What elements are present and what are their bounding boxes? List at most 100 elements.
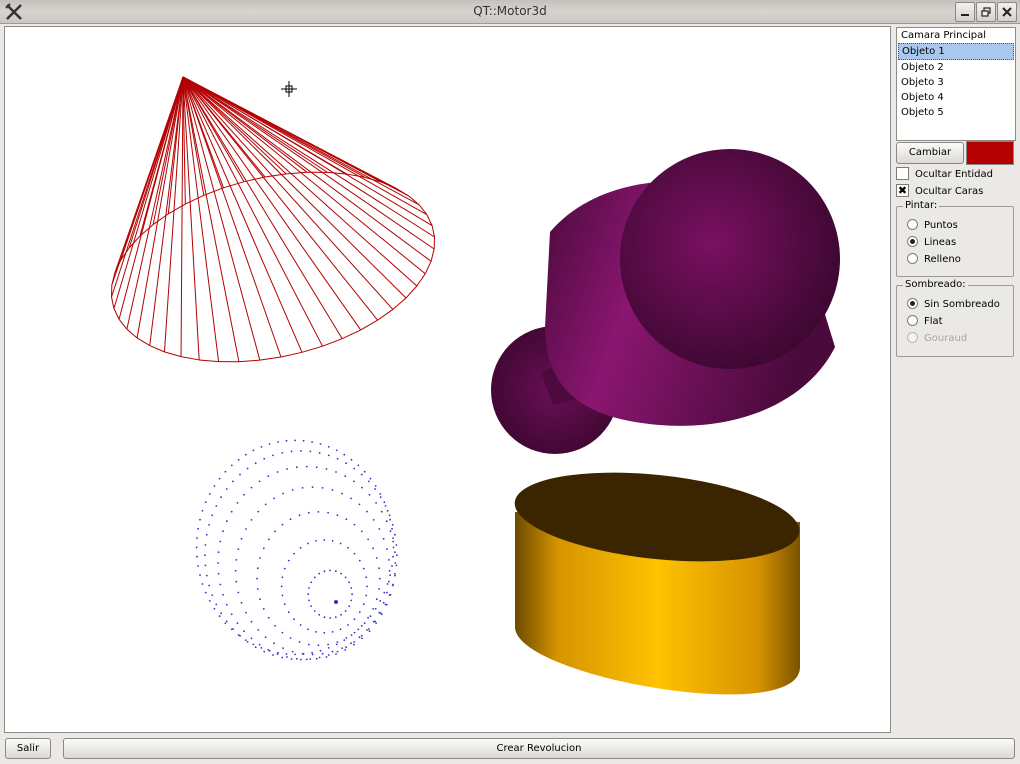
color-swatch[interactable] — [966, 141, 1014, 165]
vertex-point — [287, 611, 290, 614]
vertex-point — [375, 557, 378, 559]
vertex-point — [262, 547, 265, 550]
vertex-point — [331, 631, 334, 633]
wire-edge — [182, 76, 432, 262]
vertex-point — [277, 441, 279, 443]
radio-button[interactable] — [907, 314, 918, 326]
vertex-point — [208, 600, 211, 602]
vertex-point — [273, 497, 275, 500]
vertex-point — [394, 562, 397, 564]
vertex-point — [369, 615, 372, 618]
window-title: QT::Motor3d — [473, 4, 547, 18]
vertex-point — [204, 564, 207, 567]
vertex-point — [250, 519, 253, 521]
vertex-point — [374, 485, 377, 487]
list-item[interactable]: Objeto 3 — [897, 75, 1015, 90]
vertex-point — [313, 576, 316, 579]
wire-edge — [126, 328, 138, 339]
vertex-point — [323, 631, 326, 634]
list-item[interactable]: Objeto 2 — [897, 60, 1015, 75]
vertex-point — [305, 465, 308, 468]
wire-edge — [405, 285, 418, 299]
vertex-point — [219, 583, 222, 586]
list-item[interactable]: Objeto 4 — [897, 90, 1015, 105]
vertex-point — [208, 584, 211, 587]
list-item[interactable]: Camara Principal — [897, 28, 1015, 43]
title-bar[interactable]: QT::Motor3d — [0, 0, 1020, 24]
radio-button[interactable] — [907, 297, 918, 309]
vertex-point — [272, 454, 274, 457]
vertex-point — [350, 642, 352, 645]
checkbox-box[interactable] — [896, 166, 909, 180]
vertex-point — [392, 546, 395, 549]
vertex-point — [382, 537, 385, 540]
hide-faces-checkbox[interactable]: ✖ Ocultar Caras — [896, 183, 983, 199]
vertex-point — [386, 548, 388, 550]
vertex-point — [366, 510, 368, 513]
radio-button[interactable] — [907, 252, 918, 264]
vertex-point — [309, 450, 312, 453]
hide-entity-checkbox[interactable]: Ocultar Entidad — [896, 166, 993, 182]
vertex-point — [336, 457, 339, 460]
vertex-point — [281, 631, 284, 634]
close-icon — [1002, 7, 1012, 17]
vertex-point — [380, 510, 383, 513]
paint-option[interactable]: Relleno — [907, 252, 961, 267]
vertex-point — [280, 585, 283, 588]
vertex-point — [367, 616, 369, 619]
vertex-point — [295, 657, 298, 660]
shading-option[interactable]: Flat — [907, 314, 943, 329]
vertex-point — [282, 647, 284, 649]
vertex-point — [243, 493, 245, 496]
paint-option[interactable]: Puntos — [907, 218, 958, 233]
vertex-point — [256, 567, 259, 570]
create-revolution-button[interactable]: Crear Revolucion — [63, 738, 1015, 759]
vertex-point — [341, 492, 343, 495]
vertex-point — [394, 574, 396, 577]
change-color-button[interactable]: Cambiar — [896, 142, 964, 164]
wire-edge — [259, 356, 282, 361]
radio-button[interactable] — [907, 218, 918, 230]
gl-viewport[interactable] — [4, 26, 891, 733]
vertex-point — [384, 603, 387, 606]
checkbox-box[interactable]: ✖ — [896, 183, 909, 197]
vertex-point — [365, 594, 368, 597]
minimize-button[interactable] — [955, 2, 975, 22]
vertex-point — [362, 603, 365, 606]
radio-label: Puntos — [924, 220, 958, 231]
list-item[interactable]: Objeto 5 — [897, 105, 1015, 120]
vertex-point — [264, 636, 267, 639]
vertex-point — [311, 486, 314, 488]
wire-edge — [392, 297, 407, 310]
vertex-point — [225, 488, 228, 490]
close-button[interactable] — [997, 2, 1017, 22]
wire-edge — [182, 76, 282, 358]
vertex-point — [344, 610, 347, 612]
vertex-point — [385, 520, 388, 523]
vertex-point — [307, 593, 310, 596]
exit-button[interactable]: Salir — [5, 738, 51, 759]
wireframe-cone-object — [111, 76, 435, 363]
shading-option[interactable]: Gouraud — [907, 331, 967, 346]
vertex-point — [363, 622, 366, 624]
wire-edge — [136, 337, 151, 347]
vertex-point — [394, 551, 396, 554]
vertex-point — [254, 646, 257, 649]
objects-list[interactable]: Camara Principal Objeto 1 Objeto 2 Objeto 3… — [896, 27, 1016, 141]
radio-button[interactable] — [907, 235, 918, 247]
vertex-point — [282, 492, 284, 495]
vertex-point — [331, 650, 334, 653]
wire-edge — [180, 356, 200, 361]
vertex-point — [388, 569, 391, 572]
vertex-point — [237, 634, 240, 636]
radio-button[interactable] — [907, 331, 918, 343]
maximize-button[interactable] — [976, 2, 996, 22]
paint-option[interactable]: Lineas — [907, 235, 956, 250]
vertex-point — [199, 518, 201, 521]
vertex-point — [339, 542, 342, 545]
wire-edge — [113, 308, 120, 320]
list-item[interactable]: Objeto 1 — [898, 43, 1014, 60]
wire-edge — [185, 194, 205, 205]
shading-option[interactable]: Sin Sombreado — [907, 297, 1000, 312]
vertex-point — [197, 527, 200, 530]
